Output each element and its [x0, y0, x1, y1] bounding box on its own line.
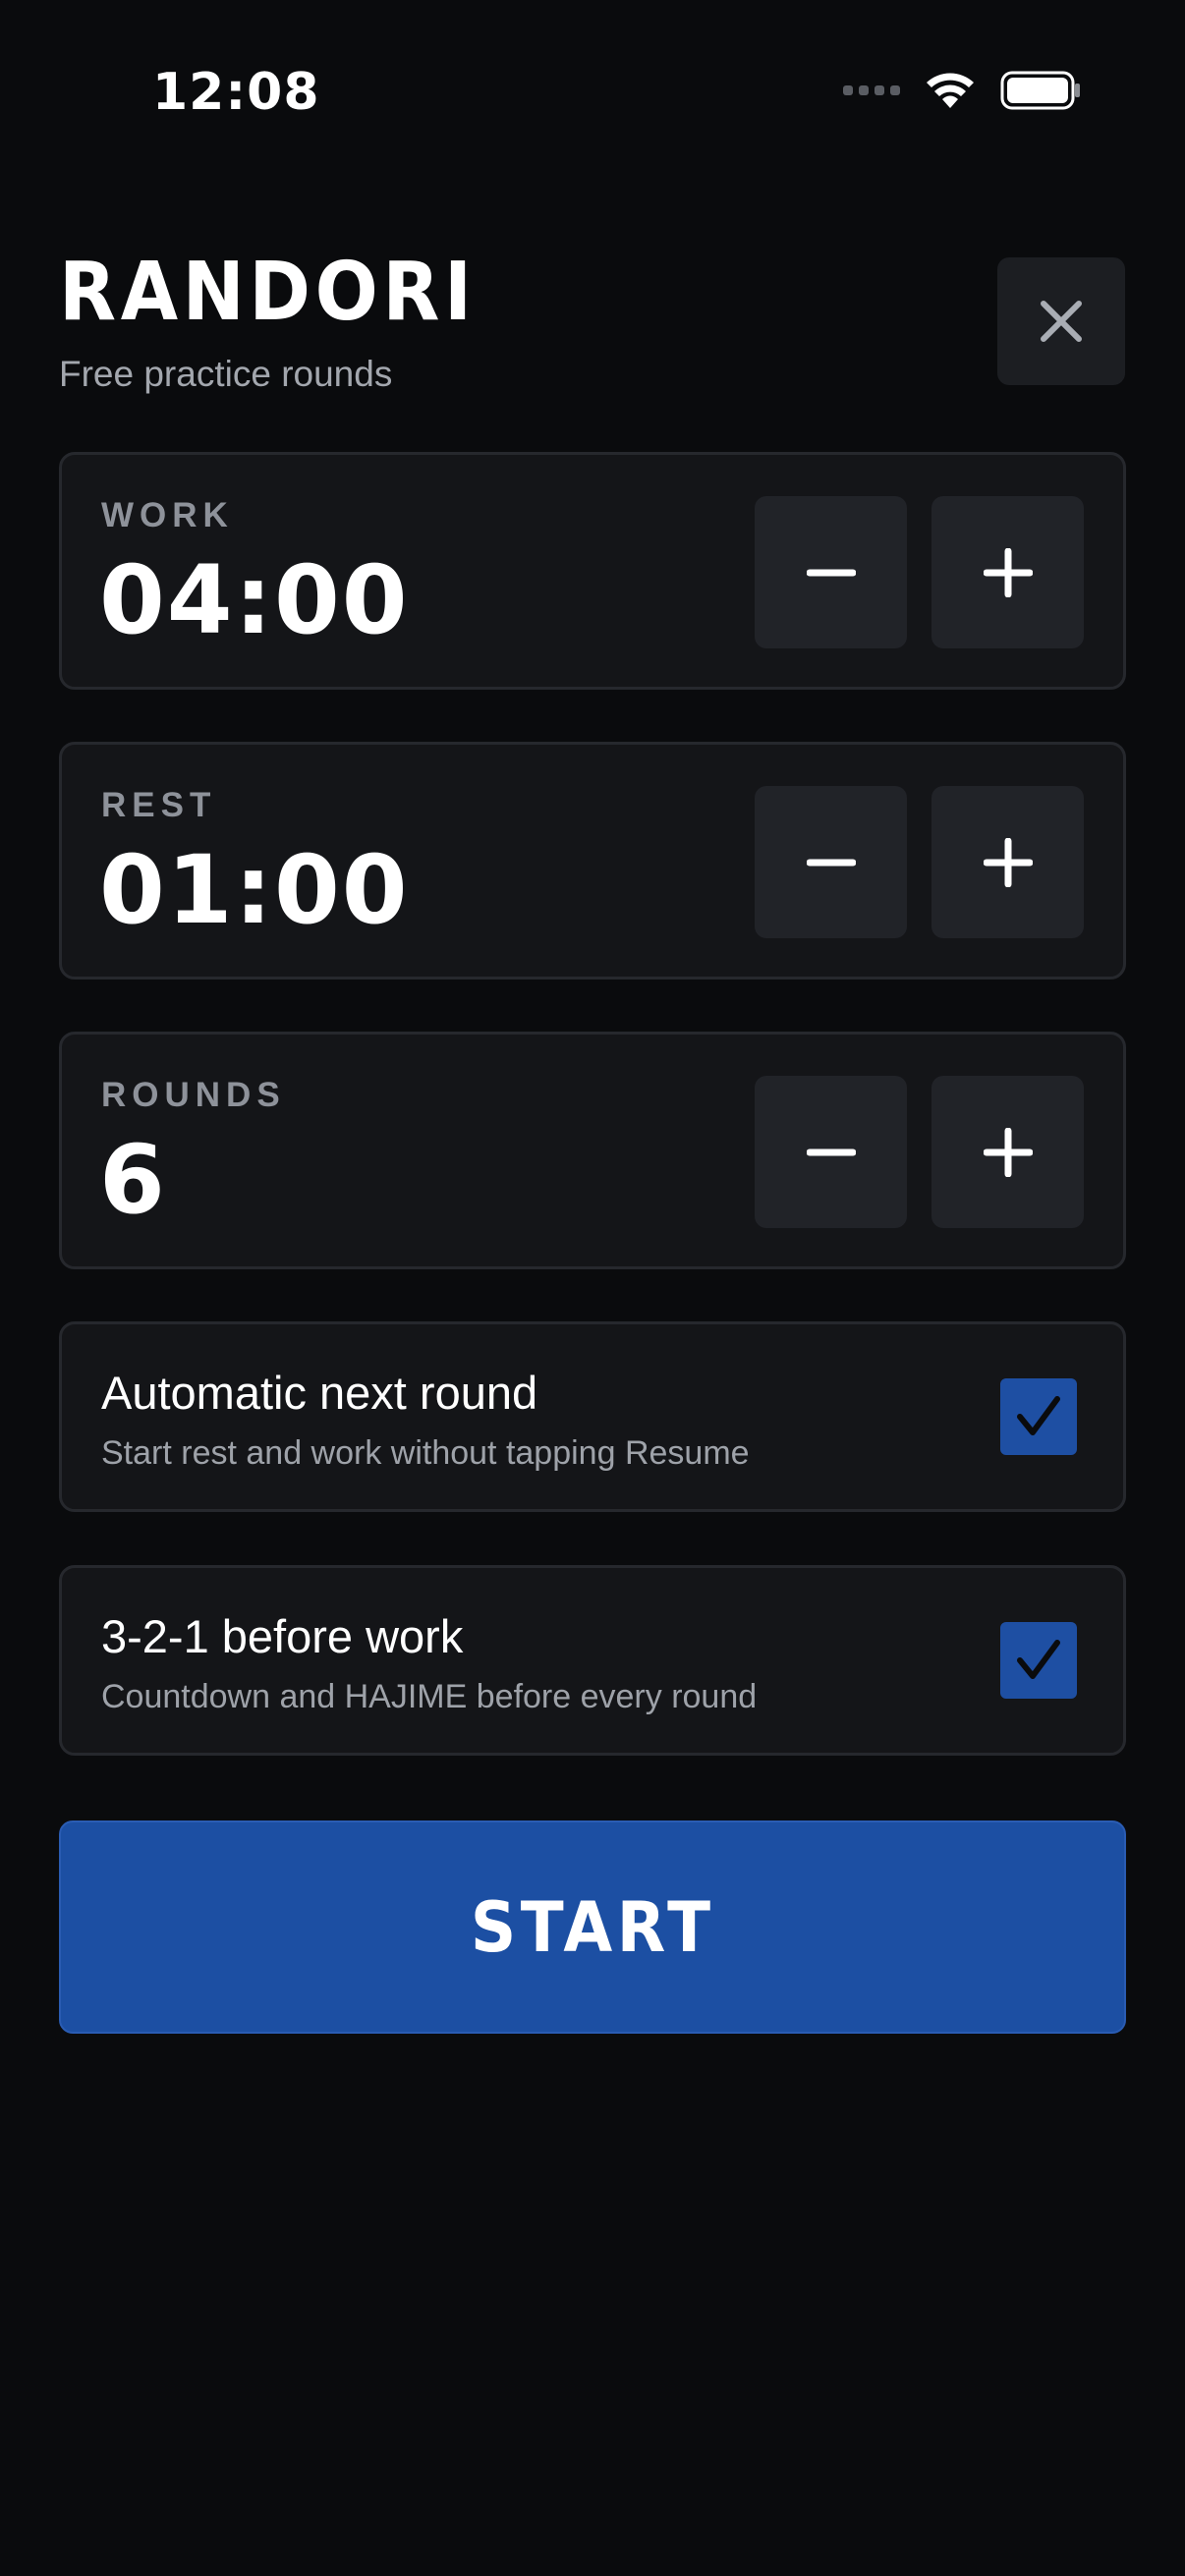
countdown-title: 3-2-1 before work — [101, 1610, 464, 1662]
plus-icon — [983, 547, 1033, 597]
rounds-value: 6 — [99, 1125, 167, 1235]
auto-next-round-checkbox[interactable] — [1000, 1378, 1077, 1455]
rest-duration-card: REST 01:00 — [59, 742, 1126, 980]
work-duration-card: WORK 04:00 — [59, 452, 1126, 690]
work-value: 04:00 — [99, 545, 410, 655]
minus-icon — [806, 859, 856, 866]
minus-icon — [806, 1148, 856, 1155]
rounds-label: ROUNDS — [101, 1076, 286, 1114]
work-decrement-button[interactable] — [755, 496, 907, 648]
auto-next-round-description: Start rest and work without tapping Resu… — [101, 1434, 750, 1472]
countdown-checkbox[interactable] — [1000, 1622, 1077, 1699]
rounds-increment-button[interactable] — [931, 1076, 1084, 1228]
start-button-label: START — [470, 1886, 715, 1968]
plus-icon — [983, 837, 1033, 887]
rest-decrement-button[interactable] — [755, 786, 907, 938]
minus-icon — [806, 569, 856, 576]
close-icon — [1041, 301, 1082, 342]
rest-value: 01:00 — [99, 835, 410, 945]
rounds-card: ROUNDS 6 — [59, 1032, 1126, 1269]
countdown-description: Countdown and HAJIME before every round — [101, 1678, 758, 1715]
wifi-icon — [927, 73, 974, 108]
countdown-option[interactable]: 3-2-1 before work Countdown and HAJIME b… — [59, 1565, 1126, 1756]
status-indicators — [843, 71, 1081, 110]
rounds-decrement-button[interactable] — [755, 1076, 907, 1228]
status-time: 12:08 — [152, 63, 320, 122]
auto-next-round-option[interactable]: Automatic next round Start rest and work… — [59, 1321, 1126, 1512]
checkmark-icon — [1017, 1396, 1060, 1435]
work-label: WORK — [101, 496, 234, 534]
battery-icon — [1000, 71, 1080, 110]
page-title: RANDORI — [59, 246, 477, 339]
page-subtitle: Free practice rounds — [59, 354, 393, 394]
timer-setup-screen: 12:08 RANDORI Free practice rounds WORK … — [0, 0, 1185, 2576]
work-increment-button[interactable] — [931, 496, 1084, 648]
start-button[interactable]: START — [59, 1820, 1126, 2034]
close-button[interactable] — [997, 257, 1125, 385]
rest-increment-button[interactable] — [931, 786, 1084, 938]
auto-next-round-title: Automatic next round — [101, 1367, 538, 1419]
checkmark-icon — [1017, 1640, 1060, 1679]
cellular-signal-icon — [843, 85, 900, 95]
plus-icon — [983, 1127, 1033, 1177]
rest-label: REST — [101, 786, 217, 824]
